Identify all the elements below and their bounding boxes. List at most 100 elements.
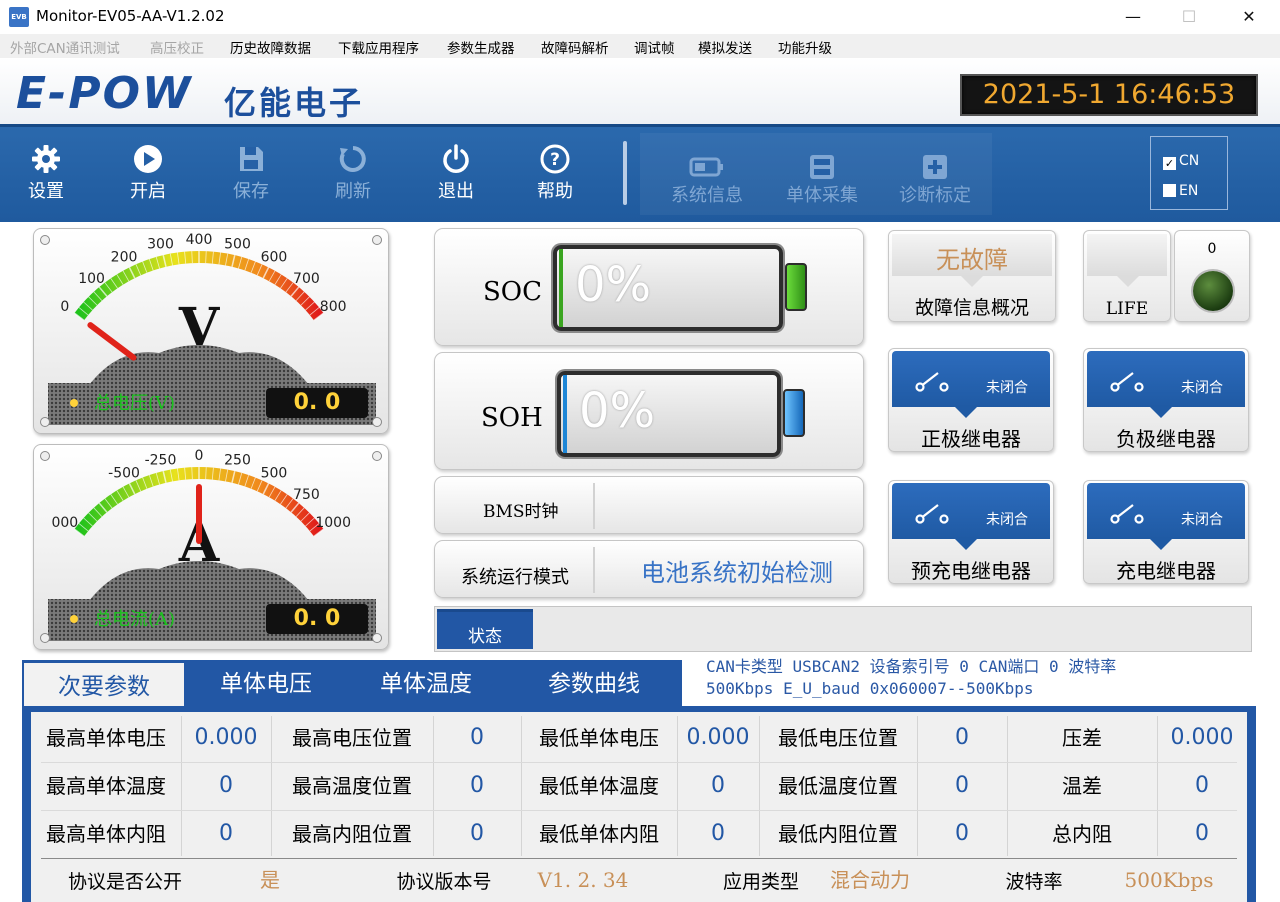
max-voltage-pos-value: 0 [470,725,484,750]
gauge-tick-label: -250 [145,452,177,468]
fault-overview[interactable]: 无故障 故障信息概况 [888,230,1056,322]
max-cell-temp-value: 0 [219,773,233,798]
soc-panel: SOC 0% [434,228,864,346]
tab-param-curves[interactable]: 参数曲线 [516,660,672,706]
menu-sim-send[interactable]: 模拟发送 [698,37,752,57]
menu-function-upgrade[interactable]: 功能升级 [778,37,832,57]
indicator-lamp-icon [1193,271,1233,311]
menu-external-can-test[interactable]: 外部CAN通讯测试 [10,37,120,57]
screw-icon [40,235,50,245]
grid-line [677,716,678,856]
grid-line [917,716,918,856]
menu-history-faults[interactable]: 历史故障数据 [230,37,311,57]
menu-download-app[interactable]: 下载应用程序 [338,37,419,57]
menu-debug-frame[interactable]: 调试帧 [634,37,675,57]
save-label: 保存 [233,181,269,202]
relay-name: 充电继电器 [1116,559,1216,583]
grid-line [271,716,272,856]
gauge-tick-label: 000 [51,515,78,531]
tab-secondary-params[interactable]: 次要参数 [24,660,184,706]
min-resistance-pos-label: 最低内阻位置 [778,822,898,846]
status-tab[interactable]: 状态 [437,609,533,649]
plus-box-icon [923,155,947,179]
gauge-tick [191,467,193,480]
help-button[interactable]: ? 帮助 [515,143,595,203]
lang-en-checkbox[interactable] [1163,184,1176,197]
soh-label: SOH [481,403,543,433]
relay-name: 负极继电器 [1116,427,1216,451]
tab-cell-voltage[interactable]: 单体电压 [188,660,344,706]
gauge-dome [89,561,309,601]
gauge-tick-label: 200 [111,250,138,266]
max-resistance-pos-label: 最高内阻位置 [292,822,412,846]
separator [593,483,595,529]
menu-param-generator[interactable]: 参数生成器 [447,37,515,57]
refresh-icon [339,146,366,172]
system-info-button[interactable]: 系统信息 [652,155,762,207]
voltage-diff-value: 0.000 [1170,725,1234,750]
secondary-params-panel: 最高单体电压 0.000 最高电压位置 0 最低单体电压 0.000 最低电压位置 0 压差 0.… [22,706,1256,902]
menu-hv-calibration[interactable]: 高压校正 [150,37,204,57]
life-count: 0 [1207,241,1217,257]
min-resistance-pos-value: 0 [955,821,969,846]
max-cell-temp-label: 最高单体温度 [46,774,166,798]
gauge-tick-label: 750 [293,487,320,503]
close-button[interactable]: ✕ [1226,4,1272,30]
total-current-label: 总电流(A) [94,609,176,630]
run-mode-panel: 系统运行模式 电池系统初始检测 [434,540,864,598]
cell-icon [810,155,834,179]
total-resistance-value: 0 [1195,821,1209,846]
soh-battery: 0% [557,371,781,457]
soc-battery: 0% [553,245,783,331]
diag-calib-button[interactable]: 诊断标定 [880,155,990,207]
status-strip: 状态 [434,606,1252,652]
grid-line [41,810,1237,811]
gauge-tick-label: 500 [261,466,288,482]
header-band: E-POW 亿能电子 2021-5-1 16:46:53 [0,58,1280,124]
maximize-button[interactable]: ☐ [1166,4,1212,30]
start-button[interactable]: 开启 [108,143,188,203]
lang-cn-checkbox[interactable]: ✓ [1163,157,1176,170]
start-label: 开启 [130,181,166,202]
settings-button[interactable]: 设置 [6,143,86,203]
lang-cn-label: CN [1179,153,1200,169]
current-gauge: 000 -500 -250 0 250 500 750 1000 A 总电流(A) 0. 0 [33,444,389,650]
minimize-button[interactable]: — [1110,4,1156,30]
relay-state: 未闭合 [986,512,1028,528]
soh-battery-cap [783,389,805,437]
gauge-tick-label: 1000 [315,515,351,531]
save-button[interactable]: 保存 [211,143,291,203]
total-current-value: 0. 0 [266,604,368,634]
toolbar: 设置 开启 保存 刷新 退出 ? 帮助 系统信息 单体采集 诊断标定 ✓ CN … [0,124,1280,222]
callout-arrow [1148,405,1174,418]
min-cell-resistance-label: 最低单体内阻 [539,822,659,846]
cell-collect-button[interactable]: 单体采集 [767,155,877,207]
separator [593,547,595,593]
help-label: 帮助 [537,181,573,202]
can-info-line1: CAN卡类型 USBCAN2 设备索引号 0 CAN端口 0 波特率 [706,657,1117,676]
relay-header: 未闭合 [1087,351,1245,407]
soc-percent: 0% [575,257,652,313]
gauge-tick-label: 400 [186,232,213,248]
gauge-tick [205,467,207,480]
lang-en-option[interactable]: EN [1163,183,1198,199]
tab-cell-temperature[interactable]: 单体温度 [348,660,504,706]
max-resistance-pos-value: 0 [470,821,484,846]
gauge-tick-label: 700 [293,271,320,287]
min-cell-voltage-label: 最低单体电压 [539,726,659,750]
relay-positive: 未闭合 正极继电器 [888,348,1054,452]
exit-button[interactable]: 退出 [416,143,496,203]
callout-arrow [953,537,979,550]
gauge-tick-label: 0 [195,448,204,464]
min-cell-resistance-value: 0 [711,821,725,846]
min-temp-pos-label: 最低温度位置 [778,774,898,798]
switch-icon [915,504,949,524]
gauge-tick-label: 600 [261,250,288,266]
min-temp-pos-value: 0 [955,773,969,798]
refresh-button[interactable]: 刷新 [313,143,393,203]
life-top-area [1087,234,1167,276]
lang-cn-option[interactable]: ✓ CN [1163,153,1199,170]
callout-arrow [1148,537,1174,550]
menu-fault-code-parse[interactable]: 故障码解析 [541,37,609,57]
grid-line [1007,716,1008,856]
